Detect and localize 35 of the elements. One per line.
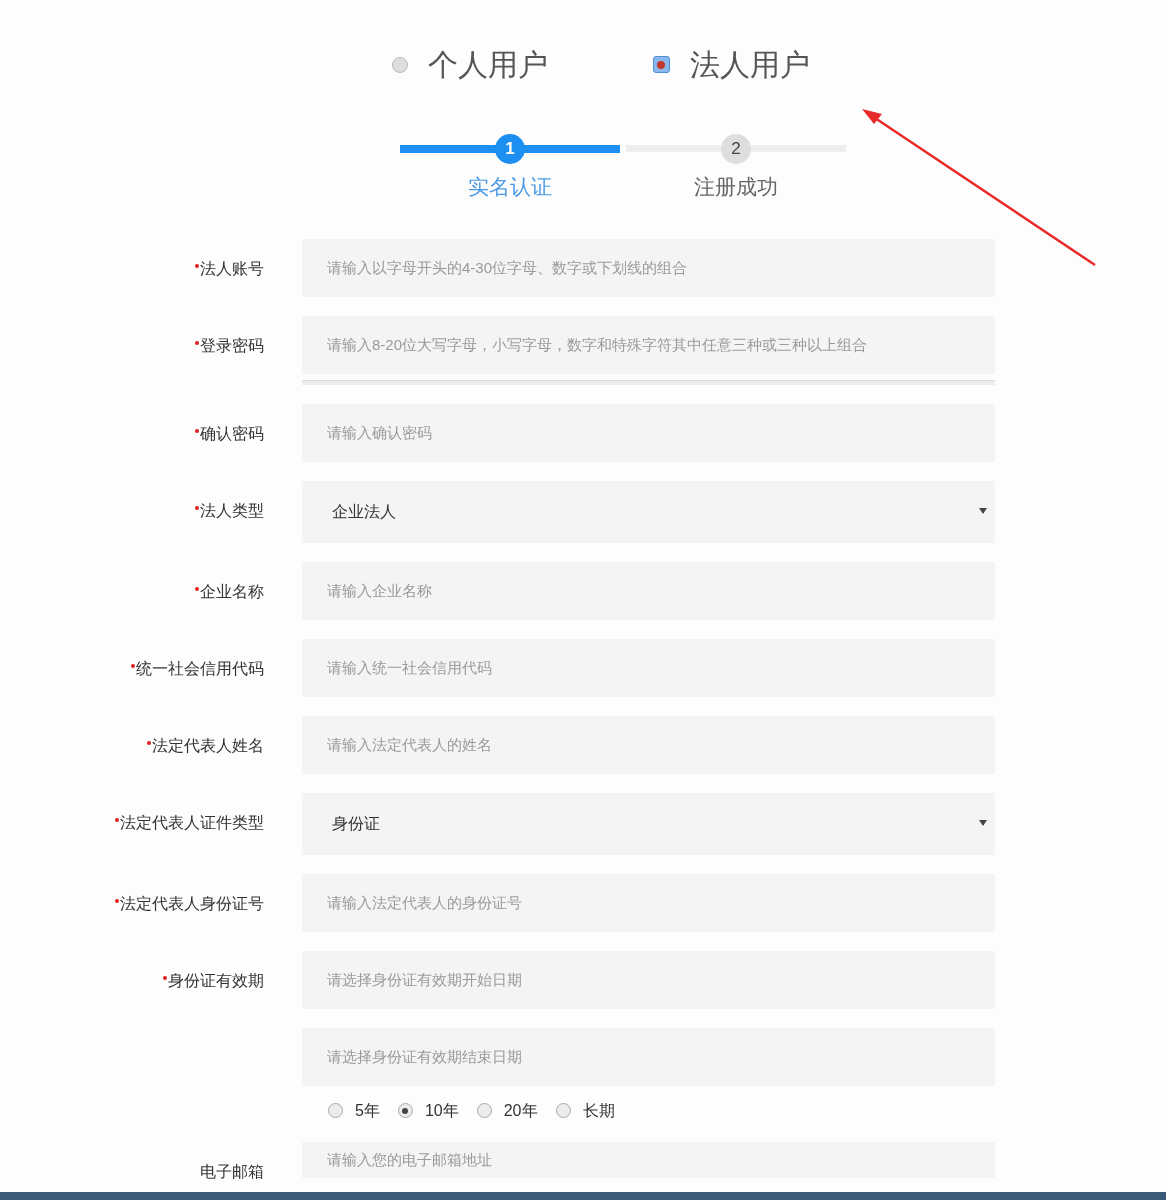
field-label: 身份证有效期: [163, 968, 264, 993]
step-number: 2: [721, 134, 751, 164]
dropdown-arrow-icon: [979, 819, 987, 826]
input-field[interactable]: 请输入8-20位大写字母，小写字母，数字和特殊字符其中任意三种或三种以上组合: [302, 315, 995, 374]
field-label: 电子邮箱: [200, 1161, 264, 1182]
field-label: 统一社会信用代码: [131, 656, 264, 681]
period-radio[interactable]: 20年: [476, 1098, 538, 1123]
step-label: 注册成功: [694, 174, 778, 200]
input-field[interactable]: 请选择身份证有效期结束日期: [302, 1027, 995, 1086]
field-label: 法定代表人身份证号: [115, 891, 264, 916]
user-type-radio[interactable]: 法人用户: [652, 42, 810, 87]
user-type-radio[interactable]: 个人用户: [391, 42, 548, 87]
field-label: 法人账号: [195, 256, 264, 281]
field-label: 登录密码: [195, 333, 264, 358]
select-field[interactable]: 企业法人: [302, 480, 995, 543]
dropdown-arrow-icon: [979, 507, 987, 514]
input-field[interactable]: 请输入以字母开头的4-30位字母、数字或下划线的组合: [302, 238, 995, 297]
step-label: 实名认证: [468, 174, 552, 200]
period-radio[interactable]: 10年: [397, 1098, 459, 1123]
field-label: 法定代表人证件类型: [115, 810, 264, 835]
input-field[interactable]: 请选择身份证有效期开始日期: [302, 950, 995, 1009]
select-field[interactable]: 身份证: [302, 792, 995, 855]
input-field[interactable]: 请输入法定代表人的身份证号: [302, 873, 995, 932]
field-label: 企业名称: [195, 579, 264, 604]
field-label: 法定代表人姓名: [147, 733, 264, 758]
input-field[interactable]: 请输入确认密码: [302, 403, 995, 462]
period-radio[interactable]: 5年: [328, 1098, 380, 1123]
input-field[interactable]: 请输入法定代表人的姓名: [302, 715, 995, 774]
period-radio[interactable]: 长期: [555, 1098, 615, 1123]
step-number: 1: [495, 134, 525, 164]
field-label: 法人类型: [195, 498, 264, 523]
input-field[interactable]: 请输入您的电子邮箱地址: [302, 1141, 995, 1178]
field-label: 确认密码: [195, 421, 264, 446]
input-field[interactable]: 请输入统一社会信用代码: [302, 638, 995, 697]
input-field[interactable]: 请输入企业名称: [302, 561, 995, 620]
